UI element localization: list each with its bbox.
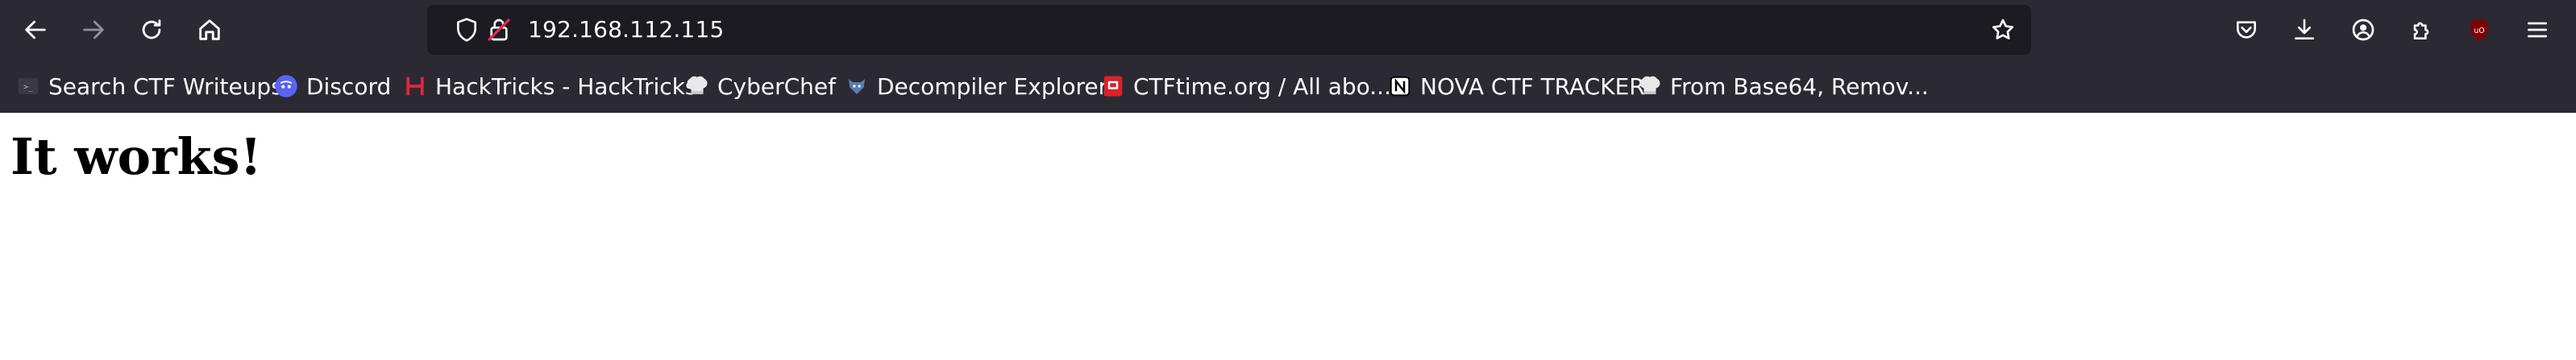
page-content: It works! bbox=[0, 113, 2576, 360]
arrow-right-icon bbox=[83, 20, 104, 39]
browser-toolbar: 192.168.112.115 uO bbox=[0, 0, 2576, 60]
bookmark-item[interactable]: HackTricks - HackTricks bbox=[403, 60, 697, 113]
forward-button[interactable] bbox=[71, 7, 116, 52]
arrow-left-icon bbox=[25, 20, 46, 39]
page-heading: It works! bbox=[10, 127, 262, 186]
bookmark-item[interactable]: Decompiler Explorer bbox=[845, 60, 1107, 113]
dogbolt-icon bbox=[845, 74, 869, 98]
notion-icon bbox=[1388, 74, 1412, 98]
bookmark-label: HackTricks - HackTricks bbox=[435, 72, 697, 100]
cyberchef-icon bbox=[685, 74, 709, 98]
bookmark-label: Discord bbox=[306, 72, 392, 100]
reload-icon bbox=[142, 19, 161, 39]
svg-text:>_: >_ bbox=[23, 83, 34, 92]
downloads-icon[interactable] bbox=[2286, 11, 2323, 48]
cyberchef-icon bbox=[1638, 74, 1662, 98]
insecure-lock-icon[interactable] bbox=[485, 16, 513, 43]
bookmark-item[interactable]: CTFtime.org / All abo... bbox=[1101, 60, 1391, 113]
bookmark-label: Decompiler Explorer bbox=[877, 72, 1108, 100]
extensions-icon[interactable] bbox=[2403, 11, 2440, 48]
bookmark-star-icon[interactable] bbox=[1989, 16, 2017, 43]
hacktricks-icon bbox=[403, 74, 427, 98]
back-button[interactable] bbox=[13, 7, 58, 52]
app-menu-icon[interactable] bbox=[2519, 11, 2556, 48]
ctf-writeups-icon: >_ bbox=[16, 74, 40, 98]
bookmark-item[interactable]: NOVA CTF TRACKER bbox=[1388, 60, 1645, 113]
address-bar[interactable]: 192.168.112.115 bbox=[427, 5, 2031, 55]
url-text[interactable]: 192.168.112.115 bbox=[528, 5, 724, 55]
home-icon bbox=[199, 19, 220, 40]
pocket-icon[interactable] bbox=[2228, 11, 2265, 48]
reload-button[interactable] bbox=[129, 7, 174, 52]
bookmarks-toolbar: >_ Search CTF Writeups Discord HackTrick… bbox=[0, 60, 2576, 113]
ctftime-icon bbox=[1101, 74, 1125, 98]
bookmark-item[interactable]: CyberChef bbox=[685, 60, 836, 113]
home-button[interactable] bbox=[187, 7, 232, 52]
ublock-origin-icon[interactable]: uO bbox=[2461, 11, 2498, 48]
bookmark-label: NOVA CTF TRACKER bbox=[1420, 72, 1645, 100]
svg-text:uO: uO bbox=[2474, 27, 2484, 35]
account-icon[interactable] bbox=[2345, 11, 2382, 48]
bookmark-label: From Base64, Remov... bbox=[1670, 72, 1929, 100]
bookmark-item[interactable]: Discord bbox=[274, 60, 391, 113]
discord-icon bbox=[274, 74, 298, 98]
tracking-protection-shield-icon[interactable] bbox=[453, 16, 480, 43]
bookmark-label: CyberChef bbox=[717, 72, 837, 100]
bookmark-item[interactable]: From Base64, Remov... bbox=[1638, 60, 1929, 113]
bookmark-label: CTFtime.org / All abo... bbox=[1133, 72, 1391, 100]
bookmark-item[interactable]: >_ Search CTF Writeups bbox=[16, 60, 283, 113]
bookmark-label: Search CTF Writeups bbox=[48, 72, 283, 100]
